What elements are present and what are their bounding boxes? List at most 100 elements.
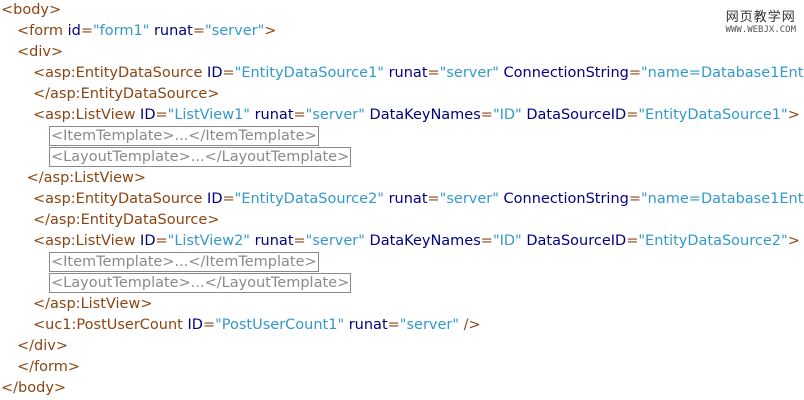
tag-token: <asp:ListView: [33, 107, 141, 123]
tag-token: =: [626, 107, 639, 123]
attribute-value: "name=Database1Entitie: [641, 191, 804, 207]
attribute-value: "EntityDataSource2": [638, 233, 788, 249]
code-line: <LayoutTemplate>...</LayoutTemplate>: [49, 147, 352, 168]
tag-token: =: [222, 65, 235, 81]
attribute-value: "form1": [92, 23, 150, 39]
tag-token: =: [427, 191, 440, 207]
attribute-value: "EntityDataSource2": [234, 191, 384, 207]
tag-token: </body>: [1, 380, 67, 396]
code-line: </asp:ListView>: [27, 168, 146, 189]
tag-token: </asp:EntityDataSource>: [33, 212, 220, 228]
tag-token: </asp:ListView>: [33, 296, 153, 312]
tag-token: =: [80, 23, 93, 39]
code-line: </asp:EntityDataSource>: [33, 210, 219, 231]
attribute-name: runat: [249, 107, 294, 123]
code-line: </form>: [17, 357, 80, 378]
collapsed-region[interactable]: <ItemTemplate>...</ItemTemplate>: [49, 252, 319, 272]
watermark-url: WWW.WEBJX.COM: [725, 25, 796, 35]
tag-token: </asp:ListView>: [26, 170, 147, 186]
tag-token: <body>: [1, 2, 62, 18]
attribute-value: "server": [305, 107, 365, 123]
collapsed-region[interactable]: <ItemTemplate>...</ItemTemplate>: [49, 126, 319, 146]
tag-token: =: [480, 107, 493, 123]
attribute-value: "EntityDataSource1": [638, 107, 788, 123]
attribute-value: "server": [305, 233, 365, 249]
attribute-name: ID: [187, 317, 203, 333]
code-editor[interactable]: <body> <form id="form1" runat="server"> <d…: [0, 0, 804, 400]
code-line: </asp:EntityDataSource>: [33, 84, 219, 105]
attribute-value: "EntityDataSource1": [234, 65, 384, 81]
attribute-value: "ListView1": [167, 107, 250, 123]
code-line: <asp:ListView ID="ListView1" runat="serv…: [33, 105, 800, 126]
collapsed-region[interactable]: <LayoutTemplate>...</LayoutTemplate>: [49, 273, 352, 293]
tag-token: =: [387, 317, 400, 333]
tag-token: </form>: [17, 359, 80, 375]
attribute-name: ConnectionString: [498, 65, 629, 81]
tag-token: </div>: [17, 338, 68, 354]
code-line: </body>: [1, 378, 66, 399]
attribute-name: DataKeyNames: [364, 107, 481, 123]
tag-token: <asp:EntityDataSource: [33, 191, 208, 207]
tag-token: <asp:ListView: [33, 233, 141, 249]
attribute-name: runat: [149, 23, 193, 39]
watermark-cn: 网页教学网: [725, 10, 796, 25]
tag-token: =: [155, 233, 168, 249]
tag-token: =: [427, 65, 440, 81]
code-line: <uc1:PostUserCount ID="PostUserCount1" r…: [33, 315, 481, 336]
code-line: <asp:EntityDataSource ID="EntityDataSour…: [33, 63, 804, 84]
code-line: <body>: [1, 0, 61, 21]
code-line: <form id="form1" runat="server">: [17, 21, 276, 42]
site-watermark: 网页教学网 WWW.WEBJX.COM: [726, 6, 796, 35]
tag-token: =: [155, 107, 168, 123]
code-line: </div>: [17, 336, 68, 357]
tag-token: <uc1:PostUserCount: [33, 317, 188, 333]
attribute-name: ConnectionString: [498, 191, 629, 207]
attribute-name: runat: [344, 317, 388, 333]
tag-token: =: [480, 233, 493, 249]
tag-token: =: [222, 191, 235, 207]
attribute-value: "name=Database1Entitie: [641, 65, 804, 81]
attribute-name: id: [67, 23, 81, 39]
code-line: <ItemTemplate>...</ItemTemplate>: [49, 252, 319, 273]
tag-token: <div>: [17, 44, 64, 60]
tag-token: =: [628, 191, 642, 207]
tag-token: =: [192, 23, 206, 39]
code-line: <div>: [17, 42, 63, 63]
code-line: <asp:EntityDataSource ID="EntityDataSour…: [33, 189, 804, 210]
code-line: <LayoutTemplate>...</LayoutTemplate>: [49, 273, 352, 294]
tag-token: >: [264, 23, 277, 39]
tag-token: >: [787, 107, 800, 123]
attribute-value: "server": [205, 23, 265, 39]
attribute-name: runat: [383, 65, 428, 81]
code-line: <asp:ListView ID="ListView2" runat="serv…: [33, 231, 800, 252]
tag-token: <asp:EntityDataSource: [33, 65, 208, 81]
tag-token: =: [626, 233, 639, 249]
collapsed-region[interactable]: <LayoutTemplate>...</LayoutTemplate>: [49, 147, 352, 167]
tag-token: =: [628, 65, 642, 81]
attribute-name: runat: [383, 191, 428, 207]
attribute-value: "server": [439, 191, 499, 207]
tag-token: =: [202, 317, 216, 333]
code-line: </asp:ListView>: [33, 294, 152, 315]
attribute-name: ID: [140, 233, 156, 249]
attribute-name: DataSourceID: [521, 233, 627, 249]
tag-token: </asp:EntityDataSource>: [33, 86, 220, 102]
tag-token: />: [459, 317, 481, 333]
attribute-value: "PostUserCount1": [215, 317, 345, 333]
tag-token: <form: [17, 23, 68, 39]
tag-token: >: [787, 233, 800, 249]
attribute-value: "ID": [492, 233, 522, 249]
attribute-name: ID: [140, 107, 156, 123]
attribute-name: DataSourceID: [521, 107, 627, 123]
attribute-name: DataKeyNames: [364, 233, 481, 249]
attribute-name: ID: [207, 65, 223, 81]
tag-token: =: [293, 107, 306, 123]
attribute-value: "server": [439, 65, 499, 81]
code-line: <ItemTemplate>...</ItemTemplate>: [49, 126, 319, 147]
attribute-value: "ListView2": [167, 233, 250, 249]
tag-token: =: [293, 233, 306, 249]
attribute-value: "ID": [492, 107, 522, 123]
attribute-name: ID: [207, 191, 223, 207]
attribute-value: "server": [399, 317, 460, 333]
attribute-name: runat: [249, 233, 294, 249]
